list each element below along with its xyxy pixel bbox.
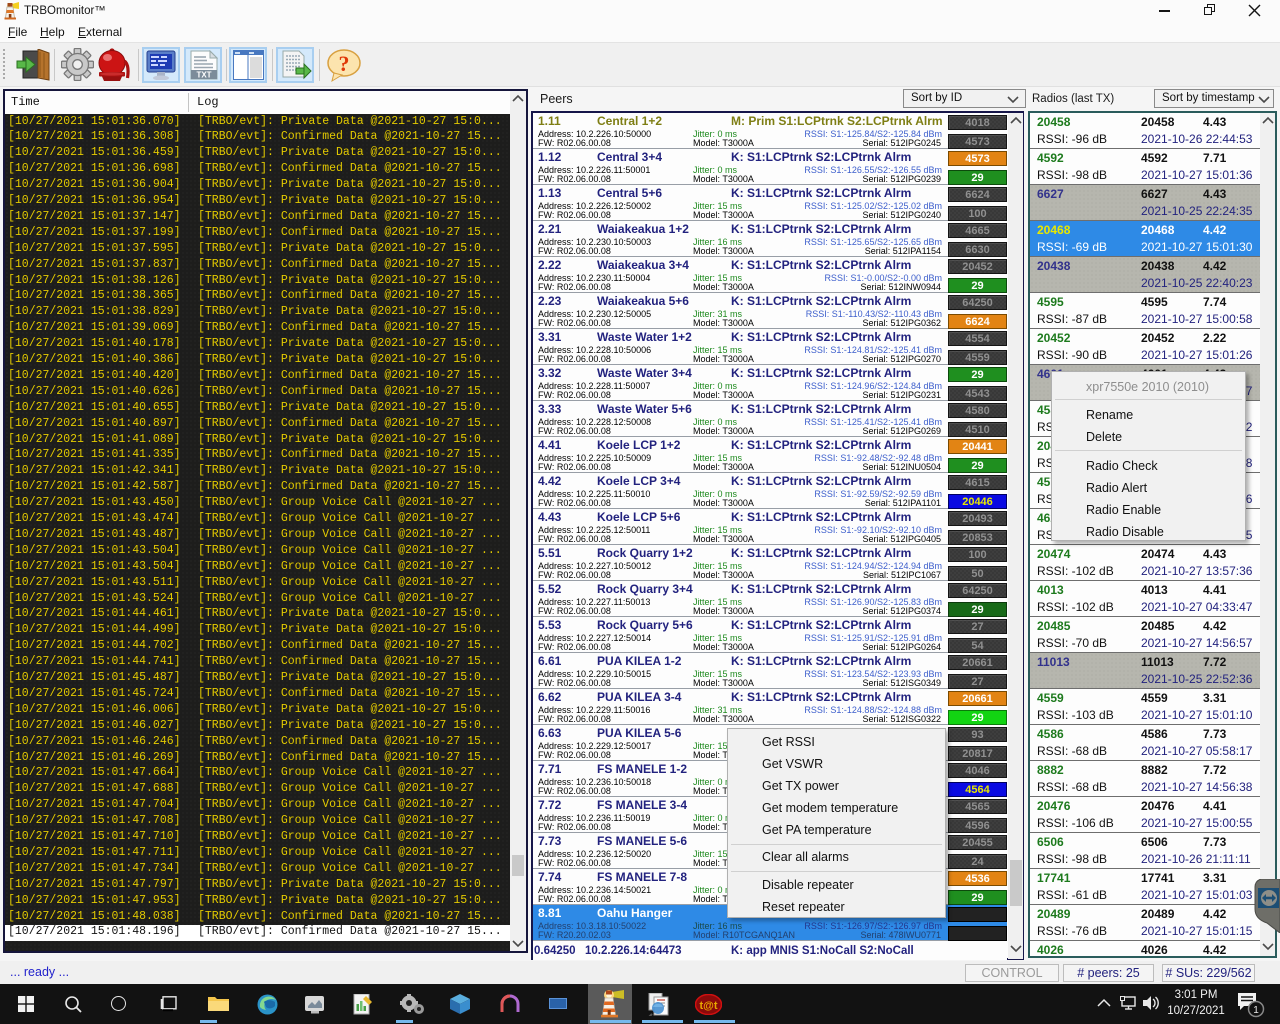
svg-text:?: ? — [339, 51, 350, 76]
svg-text:t@t: t@t — [699, 1000, 717, 1012]
svg-text:TXT: TXT — [196, 71, 211, 80]
svg-text:1: 1 — [1253, 1005, 1259, 1016]
